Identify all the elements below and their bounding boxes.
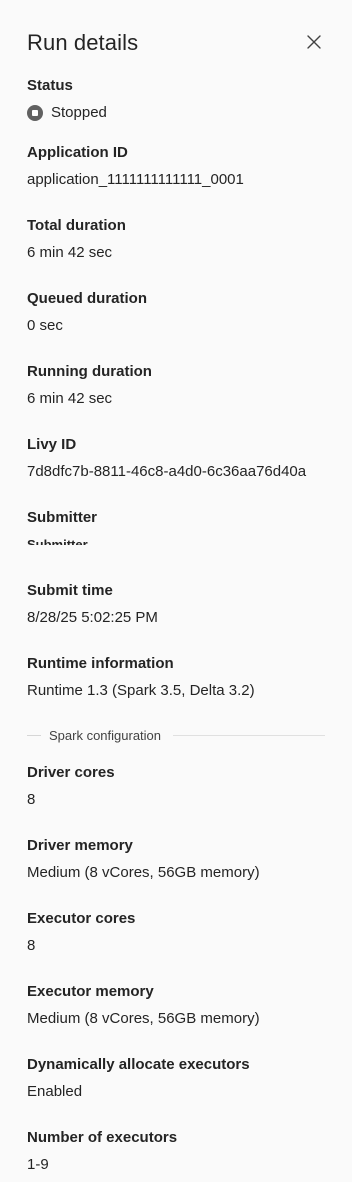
total-duration-field: Total duration 6 min 42 sec <box>27 216 337 263</box>
status-row: Stopped <box>27 103 337 123</box>
number-of-executors-label: Number of executors <box>27 1129 178 1146</box>
dynamic-allocation-field: Dynamically allocate executors Enabled <box>27 1055 337 1102</box>
dynamic-allocation-value: Enabled <box>27 1083 83 1100</box>
status-label: Status <box>27 77 73 94</box>
number-of-executors-field: Number of executors 1-9 <box>27 1128 337 1175</box>
application-id-label: Application ID <box>27 144 128 161</box>
running-duration-value: 6 min 42 sec <box>27 390 113 407</box>
running-duration-field: Running duration 6 min 42 sec <box>27 362 337 409</box>
queued-duration-field: Queued duration 0 sec <box>27 289 337 336</box>
executor-memory-label: Executor memory <box>27 983 154 1000</box>
driver-memory-value: Medium (8 vCores, 56GB memory) <box>27 864 260 881</box>
spark-configuration-divider: Spark configuration <box>27 725 325 745</box>
running-duration-label: Running duration <box>27 363 152 380</box>
runtime-information-field: Runtime information Runtime 1.3 (Spark 3… <box>27 654 337 701</box>
livy-id-value: 7d8dfc7b-8811-46c8-a4d0-6c36aa76d40a <box>27 463 307 480</box>
total-duration-label: Total duration <box>27 217 126 234</box>
submitter-label: Submitter <box>27 509 98 526</box>
submitter-value: Submitter <box>27 537 88 545</box>
executor-memory-value: Medium (8 vCores, 56GB memory) <box>27 1010 260 1027</box>
panel-title: Run details <box>27 30 139 55</box>
application-id-value: application_1111111111111_0001 <box>27 171 244 188</box>
runtime-information-value: Runtime 1.3 (Spark 3.5, Delta 3.2) <box>27 682 255 699</box>
executor-memory-field: Executor memory Medium (8 vCores, 56GB m… <box>27 982 337 1029</box>
close-button[interactable] <box>300 28 328 56</box>
executor-cores-value: 8 <box>27 937 36 954</box>
total-duration-value: 6 min 42 sec <box>27 244 113 261</box>
driver-cores-value: 8 <box>27 791 36 808</box>
driver-cores-label: Driver cores <box>27 764 115 781</box>
status-field: Status Stopped <box>27 76 337 123</box>
number-of-executors-value: 1-9 <box>27 1156 49 1173</box>
divider-line-right <box>173 734 325 736</box>
executor-cores-field: Executor cores 8 <box>27 909 337 956</box>
executor-cores-label: Executor cores <box>27 910 136 927</box>
divider-line-left <box>27 734 41 736</box>
submit-time-label: Submit time <box>27 582 113 599</box>
livy-id-field: Livy ID 7d8dfc7b-8811-46c8-a4d0-6c36aa76… <box>27 435 337 482</box>
submit-time-field: Submit time 8/28/25 5:02:25 PM <box>27 581 337 628</box>
run-details-panel: Run details Status Stopped Application I… <box>0 0 352 1182</box>
submitter-field: Submitter Submitter <box>27 508 337 545</box>
queued-duration-label: Queued duration <box>27 290 147 307</box>
driver-cores-field: Driver cores 8 <box>27 763 337 810</box>
queued-duration-value: 0 sec <box>27 317 63 334</box>
submit-time-value: 8/28/25 5:02:25 PM <box>27 609 158 626</box>
livy-id-label: Livy ID <box>27 436 77 453</box>
driver-memory-label: Driver memory <box>27 837 133 854</box>
application-id-field: Application ID application_1111111111111… <box>27 143 337 190</box>
close-icon <box>307 35 321 49</box>
runtime-information-label: Runtime information <box>27 655 174 672</box>
spark-configuration-heading: Spark configuration <box>49 727 162 743</box>
dynamic-allocation-label: Dynamically allocate executors <box>27 1056 250 1073</box>
stopped-icon <box>27 105 43 121</box>
status-value: Stopped <box>51 104 107 121</box>
driver-memory-field: Driver memory Medium (8 vCores, 56GB mem… <box>27 836 337 883</box>
